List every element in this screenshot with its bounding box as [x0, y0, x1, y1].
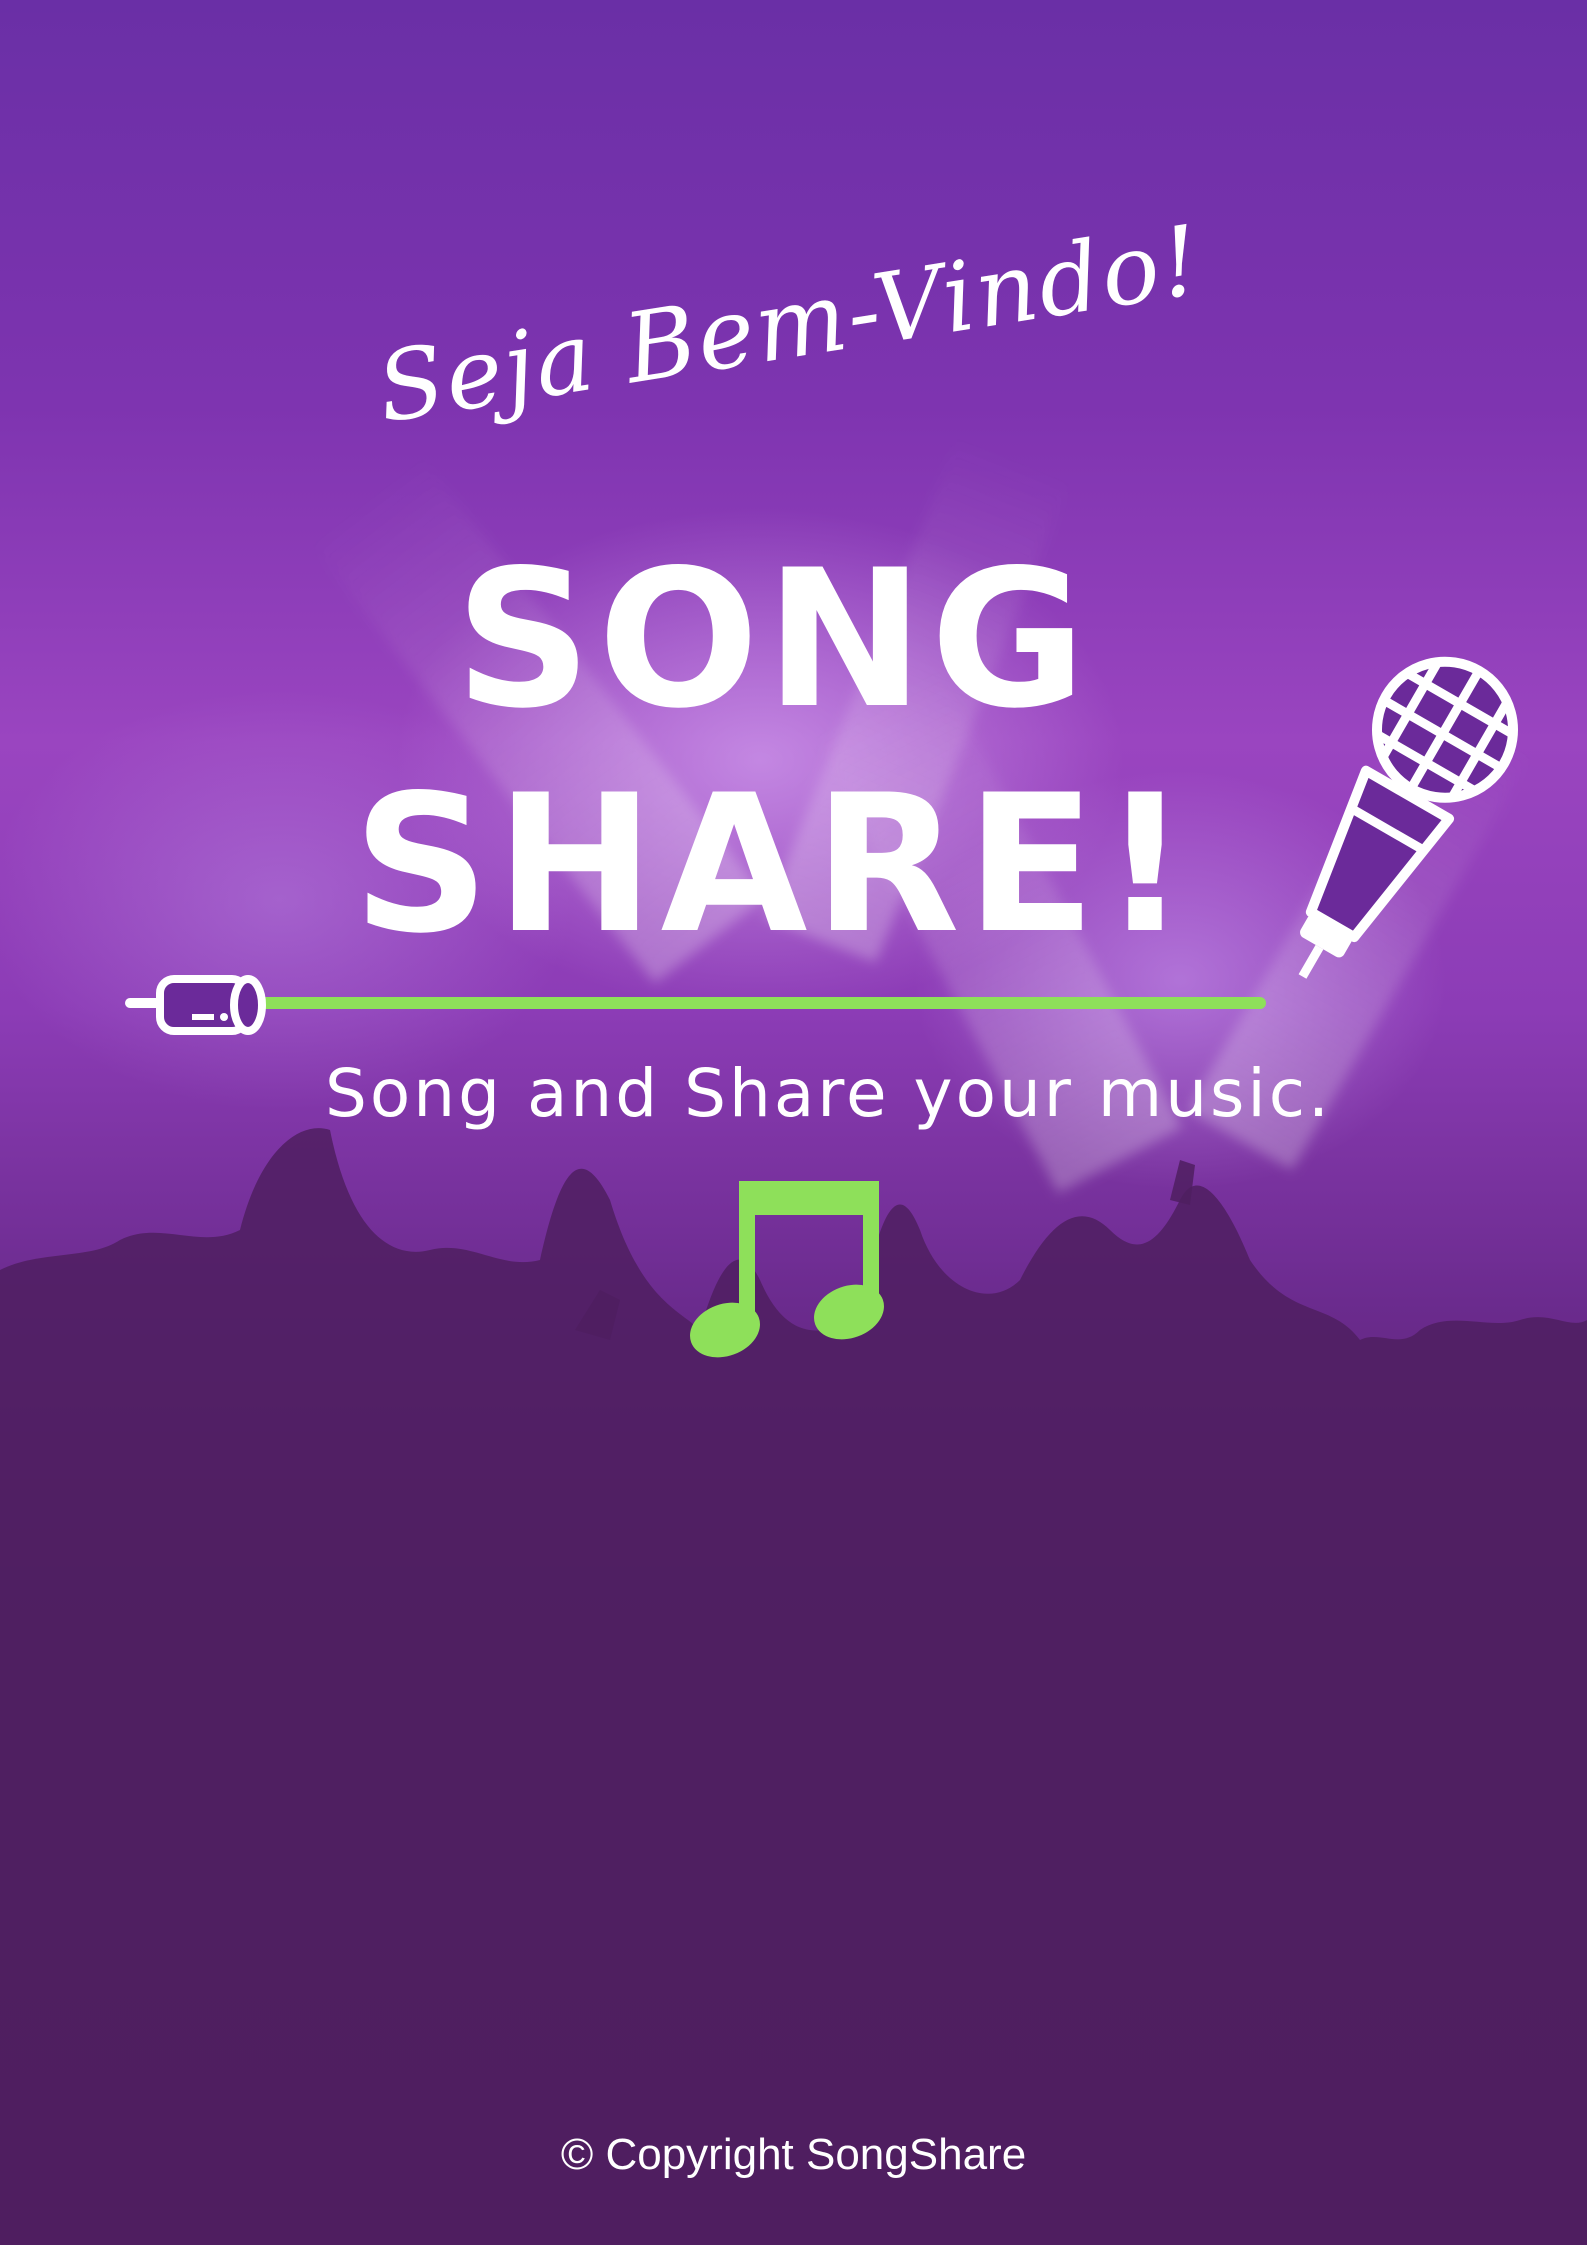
copyright-text: © Copyright SongShare — [560, 2130, 1027, 2179]
music-note-icon — [690, 1181, 884, 1358]
audio-cable-icon — [125, 975, 1266, 1035]
microphone-icon — [1298, 656, 1518, 979]
poster: Seja Bem-Vindo! SONG SHARE! Song and Sha… — [0, 0, 1587, 2245]
tagline: Song and Share your music. — [324, 1055, 1333, 1132]
